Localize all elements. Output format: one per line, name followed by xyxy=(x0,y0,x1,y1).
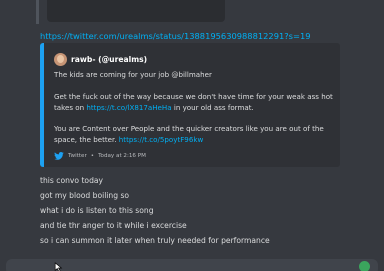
tweet-paragraph-2: Get the fuck out of the way because we d… xyxy=(54,92,336,113)
message-line: and tie thr anger to it while i excercis… xyxy=(40,221,187,230)
paragraph-3-link[interactable]: https://t.co/5poytF96kw xyxy=(119,135,203,144)
emoji-icon[interactable] xyxy=(359,261,370,271)
avatar-face xyxy=(57,55,64,63)
paragraph-2-link[interactable]: https://t.co/lX817aHeHa xyxy=(86,103,171,112)
tweet-embed: rawb- (@urealms) The kids are coming for… xyxy=(40,43,340,167)
embed-author[interactable]: rawb- (@urealms) xyxy=(71,55,147,64)
author-avatar[interactable] xyxy=(54,53,67,66)
message-lines: this convo today got my blood boiling so… xyxy=(40,173,270,248)
previous-embed xyxy=(36,0,226,24)
footer-timestamp: Today at 2:16 PM xyxy=(98,153,146,159)
chat-area: https://twitter.com/urealms/status/13881… xyxy=(0,0,384,271)
message-line: got my blood boiling so xyxy=(40,191,130,200)
footer-source: Twitter xyxy=(68,153,87,159)
message-line: what i do is listen to this song xyxy=(40,206,154,215)
mouse-cursor-icon xyxy=(54,262,63,271)
tweet-paragraph-1: The kids are coming for your job @billma… xyxy=(54,70,212,79)
previous-embed-image[interactable] xyxy=(47,0,225,22)
embed-footer: Twitter • Today at 2:16 PM xyxy=(54,151,146,161)
footer-separator: • xyxy=(90,153,95,159)
tweet-paragraph-3: You are Content over People and the quic… xyxy=(54,124,336,145)
twitter-bird-icon xyxy=(54,152,64,160)
paragraph-2-text-end: in your old ass format. xyxy=(171,102,254,112)
message-line: this convo today xyxy=(40,176,104,185)
message-line: so i can summon it later when truly need… xyxy=(40,236,270,245)
tweet-link[interactable]: https://twitter.com/urealms/status/13881… xyxy=(40,31,311,41)
